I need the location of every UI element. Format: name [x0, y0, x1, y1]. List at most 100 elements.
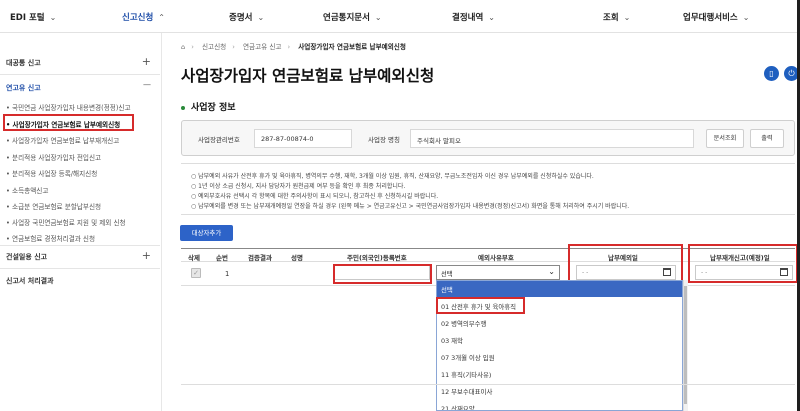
notice-panel: ○ 납부예외 사유가 산전후 휴가 및 육아휴직, 병역의무 수행, 재학, 3…	[181, 163, 795, 215]
highlight-box	[436, 297, 525, 314]
sidebar-group-construction[interactable]: 건설일용 신고	[6, 252, 47, 262]
chevron-down-icon: ⌄	[548, 267, 555, 276]
sidebar-group-common[interactable]: 대공통 신고	[6, 58, 41, 68]
dropdown-option[interactable]: 12 무보수대표이사	[437, 383, 682, 399]
notice-line: ○ 납부예외를 변경 또는 납부재개예정일 연장을 하실 경우 (왼쪽 메뉴 >…	[191, 203, 630, 210]
sidebar-item-label: 소급분 연금보험료 분할납부신청	[12, 203, 102, 211]
sidebar-item-label: 사업장 국민연금보험료 지원 및 제외 신청	[12, 219, 126, 227]
nav-label: 신고신청	[122, 13, 154, 23]
chevron-down-icon: ⌄	[49, 13, 57, 22]
sidebar-item-income-total[interactable]: • 소득총액신고	[6, 185, 48, 195]
breadcrumb: ⌂ › 신고신청 › 연금고유 신고 › 사업장가입자 연금보험료 납부예외신청	[181, 43, 406, 51]
nav-label: 연금통지문서	[323, 13, 370, 23]
sidebar-group-label: 대공통 신고	[6, 59, 41, 67]
home-icon[interactable]: ⌂	[181, 43, 185, 51]
divider	[0, 245, 160, 246]
sidebar-item-label: 사업장가입자 연금보험료 납부재개신고	[12, 137, 120, 145]
section-title-text: 사업장 정보	[191, 103, 236, 113]
book-icon[interactable]: ▯	[764, 66, 779, 81]
sidebar: 대공통 신고 + 연고유 신고 — • 국민연금 사업장가입자 내용변경(정정)…	[0, 33, 162, 411]
nav-report-apply[interactable]: 신고신청 ⌃	[122, 11, 165, 23]
page-title: 사업장가입자 연금보험료 납부예외신청	[181, 67, 435, 85]
dropdown-option[interactable]: 07 3개월 이상 입원	[437, 349, 682, 365]
col-header-validation: 검증결과	[248, 254, 272, 262]
dropdown-option[interactable]: 03 재학	[437, 332, 682, 348]
row-seq: 1	[225, 270, 230, 278]
document-inquiry-button[interactable]: 문서조회	[706, 129, 744, 148]
sidebar-group-label: 건설일용 신고	[6, 253, 48, 261]
col-header-delete: 삭제	[188, 254, 200, 262]
top-navigation: EDI 포털 ⌄ 신고신청 ⌃ 증명서 ⌄ 연금통지문서 ⌄ 결정내역 ⌄ 조회 ⌄ 업무대…	[0, 0, 800, 33]
dropdown-option[interactable]: 02 병역의무수행	[437, 315, 682, 331]
workplace-info-panel: 사업장관리번호 287-87-00874-0 사업장 명칭 주식회사 말피오 문…	[181, 120, 795, 156]
mgmt-no-label: 사업장관리번호	[198, 136, 240, 144]
sidebar-item-label: 연금보험료 경정처리결과 신청	[12, 235, 96, 243]
dropdown-option[interactable]: 선택	[437, 281, 682, 297]
sidebar-item-installment[interactable]: • 소급분 연금보험료 분할납부신청	[6, 201, 101, 211]
divider	[0, 268, 160, 269]
expand-plus-icon[interactable]: +	[142, 249, 151, 262]
notice-line: ○ 납부예외 사유가 산전후 휴가 및 육아휴직, 병역의무 수행, 재학, 3…	[191, 173, 594, 180]
chevron-down-icon: ⌄	[742, 13, 750, 22]
mgmt-no-value: 287-87-00874-0	[254, 129, 352, 148]
breadcrumb-item[interactable]: 신고신청	[202, 43, 226, 51]
nav-label: 업무대행서비스	[683, 13, 738, 23]
sidebar-item-content-change[interactable]: • 국민연금 사업장가입자 내용변경(정정)신고	[6, 102, 131, 112]
highlight-box	[568, 244, 683, 283]
workplace-name-value: 주식회사 말피오	[410, 129, 694, 148]
sidebar-group-label: 연고유 신고	[6, 84, 41, 92]
add-target-button[interactable]: 대상자추가	[180, 225, 233, 241]
chevron-down-icon: ⌄	[488, 13, 495, 22]
nav-label: 증명서	[229, 13, 253, 23]
sidebar-group-pension[interactable]: 연고유 신고	[6, 83, 41, 93]
nav-label: EDI 포털	[10, 13, 45, 23]
nav-edi-portal[interactable]: EDI 포털 ⌄	[10, 11, 56, 23]
sidebar-item-support[interactable]: • 사업장 국민연금보험료 지원 및 제외 신청	[6, 217, 126, 227]
highlight-box	[688, 244, 798, 283]
notice-line: ○ 예외부호사유 선택시 각 항목에 대한 주의사항이 표시 되오니, 참고하신…	[191, 193, 439, 200]
chevron-up-icon: ⌃	[158, 13, 165, 22]
bullet-icon	[181, 105, 185, 110]
chevron-down-icon: ⌄	[623, 13, 631, 22]
dropdown-option[interactable]: 21 산재요양	[437, 400, 682, 410]
nav-certificate[interactable]: 증명서 ⌄	[229, 11, 264, 23]
sidebar-item-payment-resume[interactable]: • 사업장가입자 연금보험료 납부재개신고	[6, 135, 119, 145]
dropdown-option[interactable]: 11 휴직(기타사유)	[437, 366, 682, 382]
dropdown-scrollbar-thumb[interactable]	[684, 286, 687, 404]
chevron-down-icon: ⌄	[374, 13, 382, 22]
sidebar-item-register-cancel[interactable]: • 분리적용 사업장 등록/해지신청	[6, 168, 97, 178]
nav-label: 조회	[603, 13, 619, 23]
col-header-rrn: 주민(외국인)등록번호	[347, 254, 407, 262]
notice-line: ○ 1년 이상 소급 신청시, 지사 담당자가 원천급제 여부 등을 확인 후 …	[191, 183, 406, 190]
sidebar-item-transfer-in[interactable]: • 분리적용 사업장가입자 전입신고	[6, 152, 101, 162]
breadcrumb-item[interactable]: 연금고유 신고	[243, 43, 282, 51]
breadcrumb-current: 사업장가입자 연금보험료 납부예외신청	[298, 43, 406, 51]
delete-checkbox[interactable]: ✓	[191, 268, 201, 278]
sidebar-item-label: 분리적용 사업장 등록/해지신청	[12, 170, 98, 178]
col-header-name: 성명	[291, 254, 303, 262]
highlight-box	[333, 264, 432, 284]
sidebar-group-result[interactable]: 신고서 처리결과	[6, 276, 54, 286]
sidebar-item-label: 분리적용 사업장가입자 전입신고	[12, 154, 102, 162]
expand-plus-icon[interactable]: +	[142, 55, 151, 68]
sidebar-group-label: 신고서 처리결과	[6, 277, 54, 285]
chevron-down-icon: ⌄	[257, 13, 265, 22]
reason-select-value: 선택	[441, 271, 453, 278]
collapse-minus-icon[interactable]: —	[143, 80, 151, 89]
divider	[0, 74, 160, 75]
sidebar-item-label: 소득총액신고	[12, 187, 49, 195]
nav-pension-notice[interactable]: 연금통지문서 ⌄	[323, 11, 382, 23]
col-header-seq: 순번	[216, 254, 228, 262]
highlight-box	[3, 114, 134, 131]
nav-agency-service[interactable]: 업무대행서비스 ⌄	[683, 11, 749, 23]
sidebar-item-correction[interactable]: • 연금보험료 경정처리결과 신청	[6, 233, 95, 243]
nav-inquiry[interactable]: 조회 ⌄	[603, 11, 630, 23]
col-header-reason: 예외사유부호	[478, 254, 514, 262]
nav-label: 결정내역	[452, 13, 484, 23]
nav-decision[interactable]: 결정내역 ⌄	[452, 11, 495, 23]
divider	[181, 384, 795, 385]
sidebar-item-label: 국민연금 사업장가입자 내용변경(정정)신고	[12, 104, 131, 112]
print-button[interactable]: 출력	[750, 129, 784, 148]
reason-select[interactable]: 선택 ⌄	[436, 265, 560, 280]
workplace-name-label: 사업장 명칭	[368, 136, 400, 144]
